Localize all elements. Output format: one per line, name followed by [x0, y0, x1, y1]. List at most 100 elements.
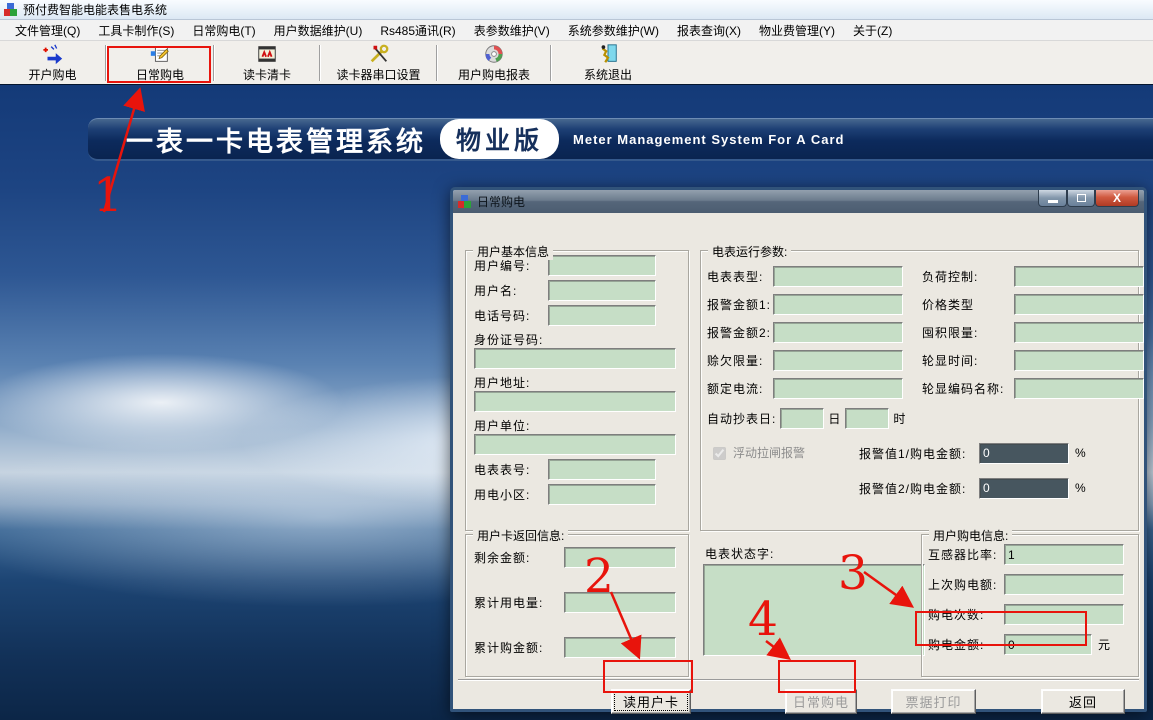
toolbar-button-read-clear-card[interactable]: 读卡清卡 — [215, 41, 319, 85]
alarm-ratio2-input[interactable] — [979, 478, 1069, 499]
user-name-input[interactable] — [548, 280, 656, 301]
user-name-label: 用户名: — [474, 282, 548, 299]
address-input[interactable] — [474, 391, 676, 412]
auto-read-hour-input[interactable] — [845, 408, 889, 429]
display-time-label: 轮显时间: — [922, 352, 1014, 369]
price-type-label: 价格类型 — [922, 296, 1014, 313]
daily-purchase-button[interactable]: 日常购电 — [785, 689, 857, 714]
ct-ratio-input[interactable] — [1004, 544, 1124, 565]
serial-port-settings-icon — [368, 43, 390, 65]
system-exit-icon — [597, 43, 619, 65]
balance-input[interactable] — [564, 547, 676, 568]
daily-purchase-icon — [149, 43, 171, 65]
menu-item-tool-card-making[interactable]: 工具卡制作(S) — [89, 20, 183, 41]
menu-item-user-data-maintenance[interactable]: 用户数据维护(U) — [265, 20, 372, 41]
purchase-amount-input[interactable] — [1004, 634, 1092, 655]
alarm-ratio2-label: 报警值2/购电金额: — [859, 480, 979, 497]
menu-item-property-fee-management[interactable]: 物业费管理(Y) — [750, 20, 844, 41]
group-purchase-info: 用户购电信息: 互感器比率: 上次购电额: 购电次数: 购电金额:元 — [921, 534, 1139, 677]
display-time-input[interactable] — [1014, 350, 1144, 371]
total-amount-input[interactable] — [564, 637, 676, 658]
menubar: 文件管理(Q) 工具卡制作(S) 日常购电(T) 用户数据维护(U) Rs485… — [0, 20, 1153, 41]
credit-limit-input[interactable] — [773, 350, 903, 371]
percent-suffix: % — [1075, 481, 1086, 495]
back-button[interactable]: 返回 — [1041, 689, 1125, 714]
toolbar-button-label: 读卡清卡 — [243, 66, 291, 83]
close-button[interactable]: X — [1095, 190, 1139, 207]
groupbox-title: 用户基本信息 — [473, 243, 553, 260]
banner-title: 一表一卡电表管理系统 — [126, 120, 426, 159]
load-control-input[interactable] — [1014, 266, 1144, 287]
alarm-amount2-label: 报警金额2: — [707, 324, 773, 341]
banner: 一表一卡电表管理系统 物业版 Meter Management System F… — [88, 118, 1153, 161]
auto-read-day-input[interactable] — [780, 408, 824, 429]
menu-item-report-query[interactable]: 报表查询(X) — [668, 20, 750, 41]
total-energy-input[interactable] — [564, 592, 676, 613]
last-purchase-input[interactable] — [1004, 574, 1124, 595]
alarm-ratio1-input[interactable] — [979, 443, 1069, 464]
menu-item-system-params-maintenance[interactable]: 系统参数维护(W) — [559, 20, 668, 41]
day-suffix: 日 — [828, 410, 841, 427]
company-input[interactable] — [474, 434, 676, 455]
float-trip-alarm-checkbox[interactable] — [713, 447, 726, 460]
rated-current-input[interactable] — [773, 378, 903, 399]
purchase-count-input[interactable] — [1004, 604, 1124, 625]
read-user-card-button[interactable]: 读用户卡 — [611, 689, 691, 714]
toolbar: 开户购电 日常购电 读卡清卡 读卡器串口设置 用户购电报表 系统退出 — [0, 41, 1153, 85]
price-type-input[interactable] — [1014, 294, 1144, 315]
maximize-icon — [1077, 194, 1086, 202]
dialog-window-controls: X — [1038, 190, 1139, 207]
daily-purchase-dialog: 日常购电 X 用户基本信息 用户编号: 用户名: 电话号码: 身份证号码: 用户… — [450, 187, 1147, 712]
maximize-button[interactable] — [1067, 190, 1095, 207]
toolbar-button-label: 用户购电报表 — [458, 66, 530, 83]
toolbar-button-open-account[interactable]: 开户购电 — [0, 41, 105, 85]
total-energy-label: 累计用电量: — [474, 594, 564, 611]
alarm-amount2-input[interactable] — [773, 322, 903, 343]
menu-item-file-management[interactable]: 文件管理(Q) — [6, 20, 89, 41]
meter-no-input[interactable] — [548, 459, 656, 480]
menu-item-about[interactable]: 关于(Z) — [844, 20, 901, 41]
purchase-report-icon — [483, 43, 505, 65]
address-label: 用户地址: — [474, 374, 548, 391]
menu-item-daily-purchase[interactable]: 日常购电(T) — [183, 20, 264, 41]
phone-input[interactable] — [548, 305, 656, 326]
alarm-amount1-label: 报警金额1: — [707, 296, 773, 313]
alarm-ratio1-label: 报警值1/购电金额: — [859, 445, 979, 462]
display-code-label: 轮显编码名称: — [922, 380, 1014, 397]
display-code-input[interactable] — [1014, 378, 1144, 399]
toolbar-button-system-exit[interactable]: 系统退出 — [552, 41, 664, 85]
toolbar-button-label: 读卡器串口设置 — [336, 66, 420, 83]
load-control-label: 负荷控制: — [922, 268, 1014, 285]
minimize-button[interactable] — [1038, 190, 1067, 207]
menu-item-rs485-comm[interactable]: Rs485通讯(R) — [371, 20, 464, 41]
toolbar-button-serial-port-settings[interactable]: 读卡器串口设置 — [321, 41, 436, 85]
dialog-title: 日常购电 — [477, 193, 525, 210]
print-ticket-button[interactable]: 票据打印 — [891, 689, 976, 714]
company-label: 用户单位: — [474, 417, 548, 434]
last-purchase-label: 上次购电额: — [928, 576, 1004, 593]
minimize-icon — [1048, 200, 1058, 203]
groupbox-title: 电表运行参数: — [708, 243, 791, 260]
district-input[interactable] — [548, 484, 656, 505]
group-card-return-info: 用户卡返回信息: 剩余金额: 累计用电量: 累计购金额: — [465, 534, 689, 677]
menu-item-meter-params-maintenance[interactable]: 表参数维护(V) — [465, 20, 559, 41]
hoard-limit-label: 囤积限量: — [922, 324, 1014, 341]
total-amount-label: 累计购金额: — [474, 639, 564, 656]
group-meter-params: 电表运行参数: 电表表型: 负荷控制: 报警金额1: 价格类型 报警金额2: 囤… — [700, 250, 1139, 531]
app-icon — [4, 3, 18, 17]
toolbar-button-daily-purchase[interactable]: 日常购电 — [107, 41, 213, 85]
main-titlebar: 预付费智能电能表售电系统 — [0, 0, 1153, 20]
yuan-suffix: 元 — [1098, 636, 1110, 653]
id-card-input[interactable] — [474, 348, 676, 369]
hoard-limit-input[interactable] — [1014, 322, 1144, 343]
meter-type-input[interactable] — [773, 266, 903, 287]
rated-current-label: 额定电流: — [707, 380, 773, 397]
toolbar-button-purchase-report[interactable]: 用户购电报表 — [438, 41, 550, 85]
group-user-basic-info: 用户基本信息 用户编号: 用户名: 电话号码: 身份证号码: 用户地址: 用户单… — [465, 250, 689, 531]
meter-no-label: 电表表号: — [474, 461, 548, 478]
credit-limit-label: 赊欠限量: — [707, 352, 773, 369]
meter-status-textarea[interactable] — [703, 564, 925, 656]
toolbar-button-label: 开户购电 — [28, 66, 76, 83]
user-id-input[interactable] — [548, 255, 656, 276]
alarm-amount1-input[interactable] — [773, 294, 903, 315]
